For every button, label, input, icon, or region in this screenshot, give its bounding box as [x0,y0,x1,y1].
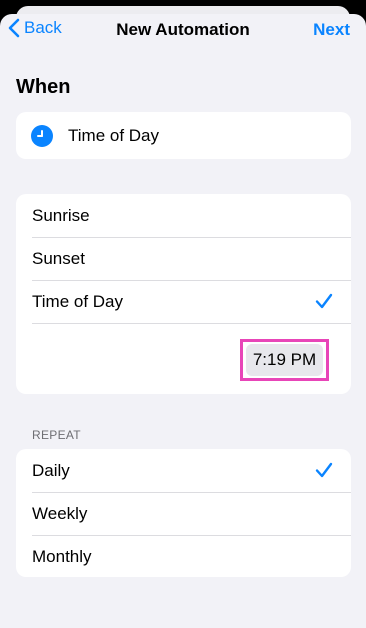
time-options-list: Sunrise Sunset Time of Day 7:19 PM [16,194,351,394]
repeat-label: Daily [32,460,70,480]
repeat-monthly[interactable]: Monthly [16,535,351,578]
repeat-section-header: REPEAT [32,428,81,442]
checkmark-icon [315,462,333,478]
repeat-weekly[interactable]: Weekly [16,492,351,535]
time-picker-button[interactable]: 7:19 PM [246,344,323,376]
when-heading: When [16,76,71,98]
option-sunset[interactable]: Sunset [16,237,351,280]
repeat-options-list: Daily Weekly Monthly [16,449,351,577]
time-picker-row: 7:19 PM [16,323,351,394]
repeat-label: Monthly [32,546,92,566]
clock-icon [31,124,53,147]
trigger-card[interactable]: Time of Day [16,112,351,159]
trigger-label: Time of Day [68,125,160,145]
page-title: New Automation [116,20,250,39]
option-label: Sunrise [32,205,90,225]
repeat-label: Weekly [32,503,88,523]
repeat-daily[interactable]: Daily [16,449,351,492]
option-label: Time of Day [32,291,124,311]
option-label: Sunset [32,248,85,268]
checkmark-icon [315,293,333,309]
navigation-bar: Back New Automation Next [0,14,366,44]
option-time-of-day[interactable]: Time of Day [16,280,351,323]
option-sunrise[interactable]: Sunrise [16,194,351,237]
next-button[interactable]: Next [313,20,350,40]
